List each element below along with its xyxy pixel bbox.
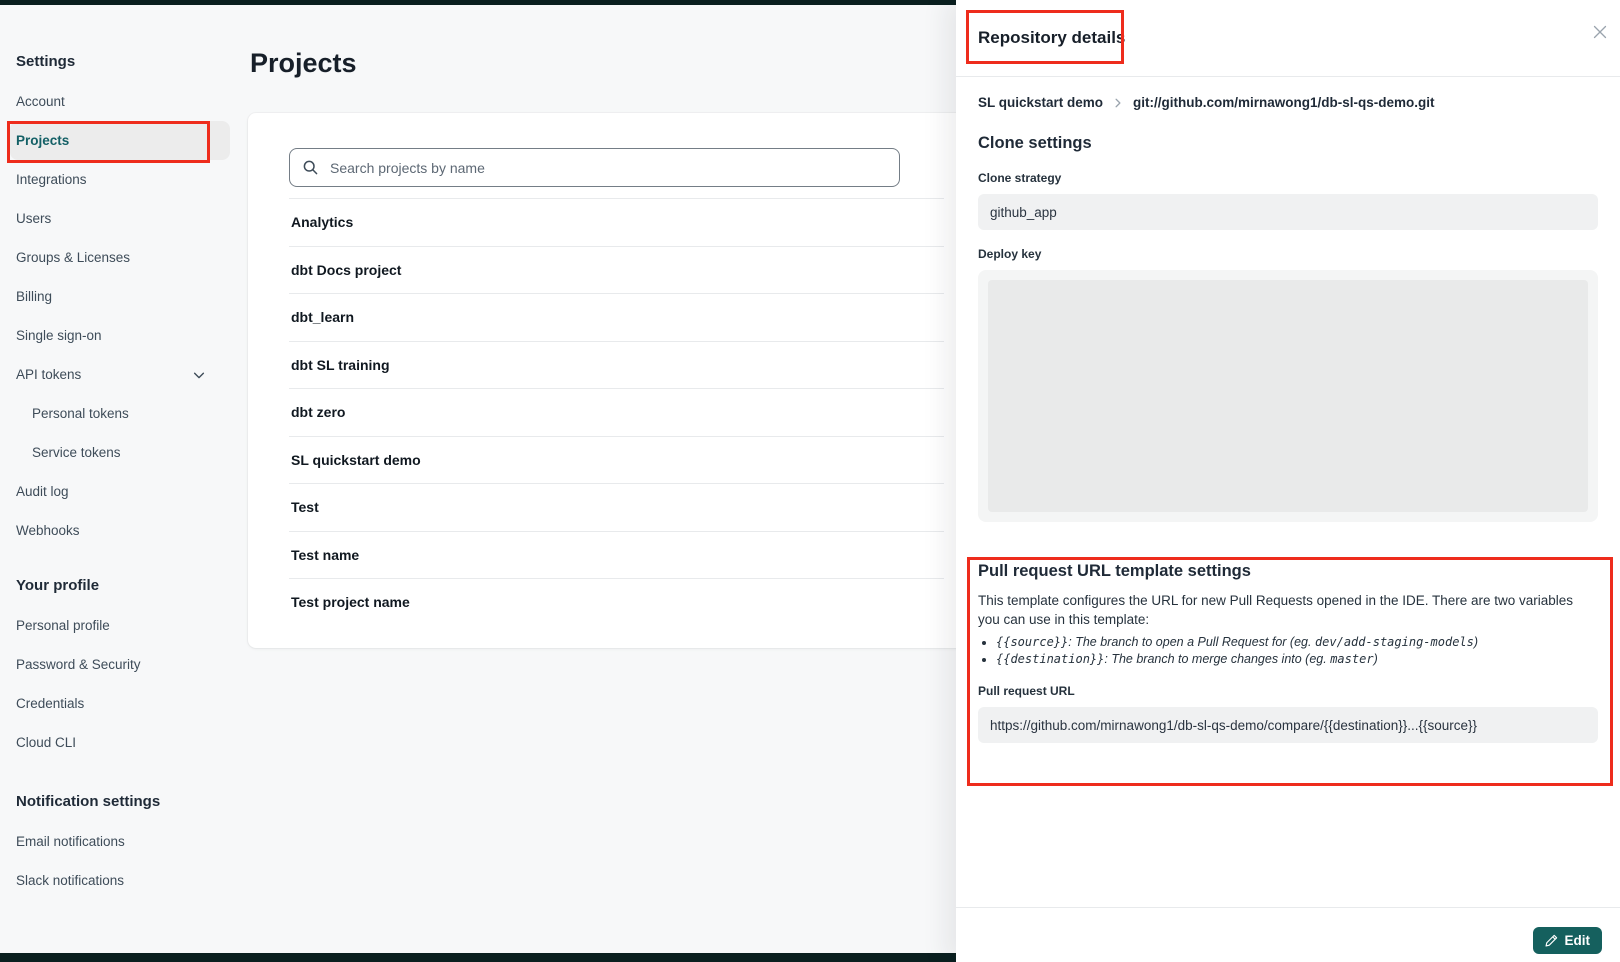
deploy-key-field xyxy=(978,270,1598,522)
sidebar-item-webhooks[interactable]: Webhooks xyxy=(0,511,248,550)
deploy-key-redacted-value xyxy=(988,280,1588,512)
panel-title: Repository details xyxy=(978,28,1125,48)
sidebar-item-audit-log[interactable]: Audit log xyxy=(0,472,248,511)
pr-template-heading: Pull request URL template settings xyxy=(978,560,1598,582)
chevron-down-icon xyxy=(192,368,206,382)
project-row-dbt-zero[interactable]: dbt zero xyxy=(289,388,944,436)
project-list: Analytics dbt Docs project dbt_learn dbt… xyxy=(289,198,944,626)
sidebar-item-email-notifications[interactable]: Email notifications xyxy=(0,822,248,861)
clone-strategy-value: github_app xyxy=(978,194,1598,230)
sidebar-item-groups-licenses[interactable]: Groups & Licenses xyxy=(0,238,248,277)
deploy-key-label: Deploy key xyxy=(978,247,1598,262)
sidebar-section-your-profile: Your profile xyxy=(16,576,248,596)
sidebar-item-billing[interactable]: Billing xyxy=(0,277,248,316)
sidebar-section-notification-settings: Notification settings xyxy=(16,792,248,812)
sidebar-item-account[interactable]: Account xyxy=(0,82,248,121)
panel-header: Repository details xyxy=(956,0,1620,77)
search-input[interactable] xyxy=(328,159,887,177)
sidebar-item-personal-tokens[interactable]: Personal tokens xyxy=(0,394,248,433)
sidebar-item-api-tokens[interactable]: API tokens xyxy=(0,355,248,394)
project-row-dbt-sl-training[interactable]: dbt SL training xyxy=(289,341,944,389)
pull-request-url-label: Pull request URL xyxy=(978,684,1598,699)
sidebar-item-password-security[interactable]: Password & Security xyxy=(0,645,248,684)
breadcrumb-project[interactable]: SL quickstart demo xyxy=(978,95,1103,110)
project-row-dbt-learn[interactable]: dbt_learn xyxy=(289,293,944,341)
pr-template-variables-list: {{source}}: The branch to open a Pull Re… xyxy=(978,634,1598,667)
sidebar-item-projects[interactable]: Projects xyxy=(10,121,230,160)
project-row-sl-quickstart-demo[interactable]: SL quickstart demo xyxy=(289,436,944,484)
breadcrumb: SL quickstart demo git://github.com/mirn… xyxy=(978,95,1598,110)
repository-details-panel: Repository details SL quickstart demo gi… xyxy=(956,0,1620,962)
sidebar-item-cloud-cli[interactable]: Cloud CLI xyxy=(0,723,248,762)
sidebar-item-slack-notifications[interactable]: Slack notifications xyxy=(0,861,248,900)
settings-sidebar: Settings Account Projects Integrations U… xyxy=(0,5,248,900)
panel-footer: Edit xyxy=(956,907,1620,962)
projects-card: Analytics dbt Docs project dbt_learn dbt… xyxy=(248,113,968,648)
breadcrumb-repo-url: git://github.com/mirnawong1/db-sl-qs-dem… xyxy=(1133,95,1434,110)
clone-strategy-label: Clone strategy xyxy=(978,171,1598,186)
page-title: Projects xyxy=(250,47,968,79)
sidebar-item-personal-profile[interactable]: Personal profile xyxy=(0,606,248,645)
search-icon xyxy=(302,159,319,176)
project-row-test-name[interactable]: Test name xyxy=(289,531,944,579)
sidebar-item-integrations[interactable]: Integrations xyxy=(0,160,248,199)
pr-template-description: This template configures the URL for new… xyxy=(978,591,1578,629)
project-row-analytics[interactable]: Analytics xyxy=(289,198,944,246)
pencil-icon xyxy=(1545,934,1558,947)
sidebar-item-single-sign-on[interactable]: Single sign-on xyxy=(0,316,248,355)
edit-button[interactable]: Edit xyxy=(1533,927,1603,954)
pull-request-url-value: https://github.com/mirnawong1/db-sl-qs-d… xyxy=(978,707,1598,743)
clone-settings-heading: Clone settings xyxy=(978,132,1598,154)
project-row-dbt-docs-project[interactable]: dbt Docs project xyxy=(289,246,944,294)
sidebar-section-settings: Settings xyxy=(16,52,248,72)
list-item-destination-variable: {{destination}}: The branch to merge cha… xyxy=(996,651,1598,667)
project-row-test-project-name[interactable]: Test project name xyxy=(289,578,944,626)
chevron-right-icon xyxy=(1113,98,1123,108)
pull-request-url-template-section: Pull request URL template settings This … xyxy=(978,560,1598,743)
edit-button-label: Edit xyxy=(1565,933,1591,948)
sidebar-item-credentials[interactable]: Credentials xyxy=(0,684,248,723)
list-item-source-variable: {{source}}: The branch to open a Pull Re… xyxy=(996,634,1598,650)
sidebar-item-users[interactable]: Users xyxy=(0,199,248,238)
panel-body: SL quickstart demo git://github.com/mirn… xyxy=(956,95,1620,743)
sidebar-item-label: API tokens xyxy=(16,367,81,382)
sidebar-item-service-tokens[interactable]: Service tokens xyxy=(0,433,248,472)
projects-main: Projects Analytics dbt Docs project dbt_… xyxy=(248,5,968,648)
project-row-test[interactable]: Test xyxy=(289,483,944,531)
project-search[interactable] xyxy=(289,148,900,187)
close-icon[interactable] xyxy=(1592,24,1608,40)
